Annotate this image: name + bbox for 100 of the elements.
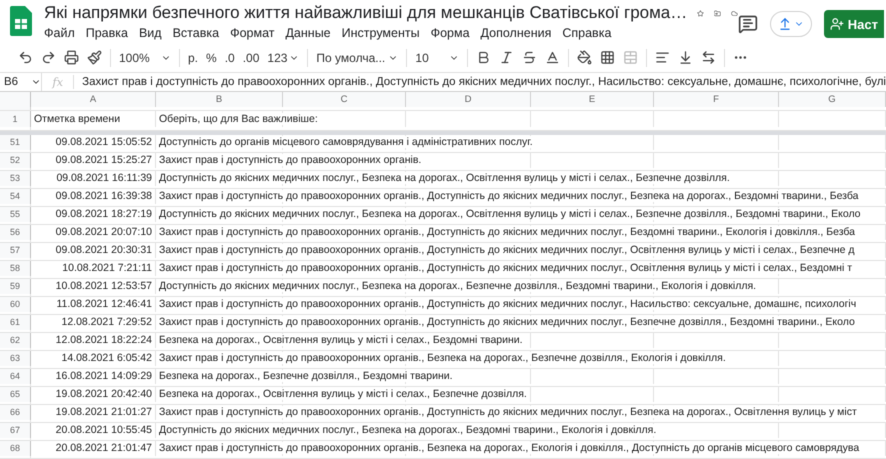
table-cell: Захист прав і доступність до правоохоронних органів., Безпека на дорогах., Екологія і довкілля., Доступність до органів місцевого самоврядува: [159, 442, 860, 454]
table-cell: 09.08.2021 15:05:52: [31, 135, 156, 150]
table-cell: 09.08.2021 16:39:38: [31, 189, 156, 204]
menu-item[interactable]: Файл: [44, 26, 75, 40]
row-number[interactable]: 60: [0, 297, 31, 312]
percent-button[interactable]: %: [206, 50, 217, 65]
function-label: fx: [42, 74, 74, 89]
table-cell: Захист прав і доступність до правоохоронних органів.: [159, 154, 422, 166]
strikethrough-icon[interactable]: [522, 50, 538, 66]
menu-item[interactable]: Вставка: [172, 26, 220, 40]
undo-icon[interactable]: [18, 50, 33, 66]
name-box[interactable]: B6: [0, 72, 42, 91]
table-cell: Захист прав і доступність до правоохоронних органів., Доступність до якісних медичних послуг., Бездомні тварини., Екологія і довкілля., Безба: [159, 226, 856, 238]
menu-item[interactable]: Инструменты: [342, 26, 420, 40]
row-number[interactable]: 63: [0, 351, 31, 366]
table-cell: Захист прав і доступність до правоохоронних органів., Доступність до якісних медичних послуг., Освітлення вулиць у місті і селах., Безпечне д: [159, 244, 855, 256]
print-icon[interactable]: [64, 50, 79, 66]
table-cell: Доступність до якісних медичних послуг., Безпека на дорогах., Освітлення вулиць у місті і селах., Безпечне дозвілля.: [159, 172, 730, 184]
menu-item[interactable]: Правка: [86, 26, 128, 40]
table-cell: Захист прав і доступність до правоохоронних органів., Доступність до якісних медичних послуг., Насильство: сексуальне, домашнє, психологіч: [159, 298, 856, 310]
align-icon[interactable]: [655, 50, 670, 66]
row-number[interactable]: 65: [0, 387, 31, 402]
column-header[interactable]: B: [156, 92, 283, 106]
menu-item[interactable]: Вид: [138, 26, 162, 40]
menu-item[interactable]: Дополнения: [480, 26, 552, 40]
table-cell: 09.08.2021 15:25:27: [31, 153, 156, 168]
table-cell: Захист прав і доступність до правоохоронних органів., Доступність до якісних медичних послуг., Безпечне дозвілля., Бездомні тварини., Еколо: [159, 316, 855, 328]
share-button[interactable]: Наст: [824, 10, 884, 38]
number-format-dropdown[interactable]: 123: [267, 50, 300, 65]
spreadsheet-logo-icon[interactable]: [10, 6, 32, 36]
currency-button[interactable]: р.: [188, 50, 198, 65]
decrease-decimals-button[interactable]: .0: [224, 50, 235, 65]
table-cell: Отметка времени: [31, 111, 156, 126]
table-cell: 16.08.2021 14:09:29: [31, 369, 156, 384]
row-number[interactable]: 53: [0, 171, 31, 186]
column-header[interactable]: F: [654, 92, 779, 106]
present-button[interactable]: [770, 11, 812, 37]
table-cell: Безпека на дорогах., Безпечне дозвілля., Бездомні тварини.: [159, 370, 453, 382]
vertical-align-icon[interactable]: [678, 50, 694, 66]
row-number[interactable]: 1: [0, 111, 31, 126]
row-number[interactable]: 68: [0, 441, 31, 456]
table-cell: Доступність до якісних медичних послуг., Безпека на дорогах., Бездомні тварини., Екологія і довкілля.: [159, 424, 656, 436]
row-number[interactable]: 55: [0, 207, 31, 222]
menu-item[interactable]: Форма: [430, 26, 470, 40]
row-number[interactable]: 54: [0, 189, 31, 204]
table-cell: Безпека на дорогах., Освітлення вулиць у місті і селах., Безпечне дозвілля.: [159, 388, 527, 400]
increase-decimals-button[interactable]: .00: [242, 50, 260, 65]
table-cell: Захист прав і доступність до правоохоронних органів., Доступність до якісних медичних послуг., Безпека на дорогах., Бездомні тварини., Безба: [159, 190, 858, 202]
row-number[interactable]: 66: [0, 405, 31, 420]
merge-cells-icon[interactable]: [623, 50, 638, 66]
table-cell: 09.08.2021 20:30:31: [31, 243, 156, 258]
table-cell: 14.08.2021 6:05:42: [31, 351, 156, 366]
text-wrap-icon[interactable]: [701, 50, 716, 66]
row-number[interactable]: 67: [0, 423, 31, 438]
font-size-dropdown[interactable]: 10: [415, 50, 460, 65]
table-cell: 11.08.2021 12:46:41: [31, 297, 156, 312]
table-cell: Безпека на дорогах., Освітлення вулиць у місті і селах., Бездомні тварини.: [159, 334, 523, 346]
column-header[interactable]: C: [283, 92, 406, 106]
row-number[interactable]: 58: [0, 261, 31, 276]
document-title[interactable]: Які напрямки безпечного життя найважливіші для мешканців Сватівської грома…: [44, 3, 688, 23]
comment-icon[interactable]: [738, 14, 758, 34]
row-number[interactable]: 57: [0, 243, 31, 258]
column-header[interactable]: D: [406, 92, 531, 106]
italic-icon[interactable]: [499, 50, 514, 66]
table-cell: Доступність до якісних медичних послуг., Безпека на дорогах., Безпечне дозвілля., Бездомні тварини., Екологія і довкілля.: [159, 280, 756, 292]
table-cell: Оберіть, що для Вас важливіше:: [159, 112, 318, 125]
row-number[interactable]: 59: [0, 279, 31, 294]
table-cell: 12.08.2021 7:29:52: [31, 315, 156, 330]
table-cell: 09.08.2021 18:27:19: [31, 207, 156, 222]
table-cell: 10.08.2021 12:53:57: [31, 279, 156, 294]
table-cell: 10.08.2021 7:21:11: [31, 261, 156, 276]
table-cell: 19.08.2021 20:42:40: [31, 387, 156, 402]
text-color-icon[interactable]: [545, 50, 560, 66]
table-cell: Доступність до органів місцевого самоврядування і адміністративних послуг.: [159, 136, 533, 148]
redo-icon[interactable]: [41, 50, 56, 66]
menu-item[interactable]: Данные: [285, 26, 331, 40]
formula-field[interactable]: Захист прав і доступність до правоохоронних органів., Доступність до якісних медичних послуг., Насильство: сексуальне, домашнє, психологічне, булі: [74, 76, 886, 88]
menu-item[interactable]: Формат: [230, 26, 274, 40]
table-cell: 20.08.2021 10:55:45: [31, 423, 156, 438]
zoom-dropdown[interactable]: 100%: [119, 50, 171, 65]
menu-item[interactable]: Справка: [562, 26, 612, 40]
table-cell: Захист прав і доступність до правоохоронних органів., Доступність до якісних медичних послуг., Освітлення вулиць у місті і селах., Бездомні т: [159, 262, 852, 274]
bold-icon[interactable]: [476, 50, 492, 66]
row-number[interactable]: 62: [0, 333, 31, 348]
row-number[interactable]: 51: [0, 135, 31, 150]
table-cell: 19.08.2021 21:01:27: [31, 405, 156, 420]
row-number[interactable]: 52: [0, 153, 31, 168]
fill-color-icon[interactable]: [577, 50, 592, 66]
table-cell: 12.08.2021 18:22:24: [31, 333, 156, 348]
row-number[interactable]: 64: [0, 369, 31, 384]
column-header[interactable]: E: [531, 92, 654, 106]
column-header[interactable]: A: [31, 92, 156, 106]
borders-icon[interactable]: [600, 50, 616, 66]
table-cell: 20.08.2021 21:01:47: [31, 441, 156, 456]
person-add-icon: [830, 17, 844, 31]
column-header[interactable]: G: [779, 92, 886, 106]
font-dropdown[interactable]: По умолча...: [316, 50, 398, 65]
row-number[interactable]: 61: [0, 315, 31, 330]
paint-format-icon[interactable]: [87, 50, 102, 66]
row-number[interactable]: 56: [0, 225, 31, 240]
